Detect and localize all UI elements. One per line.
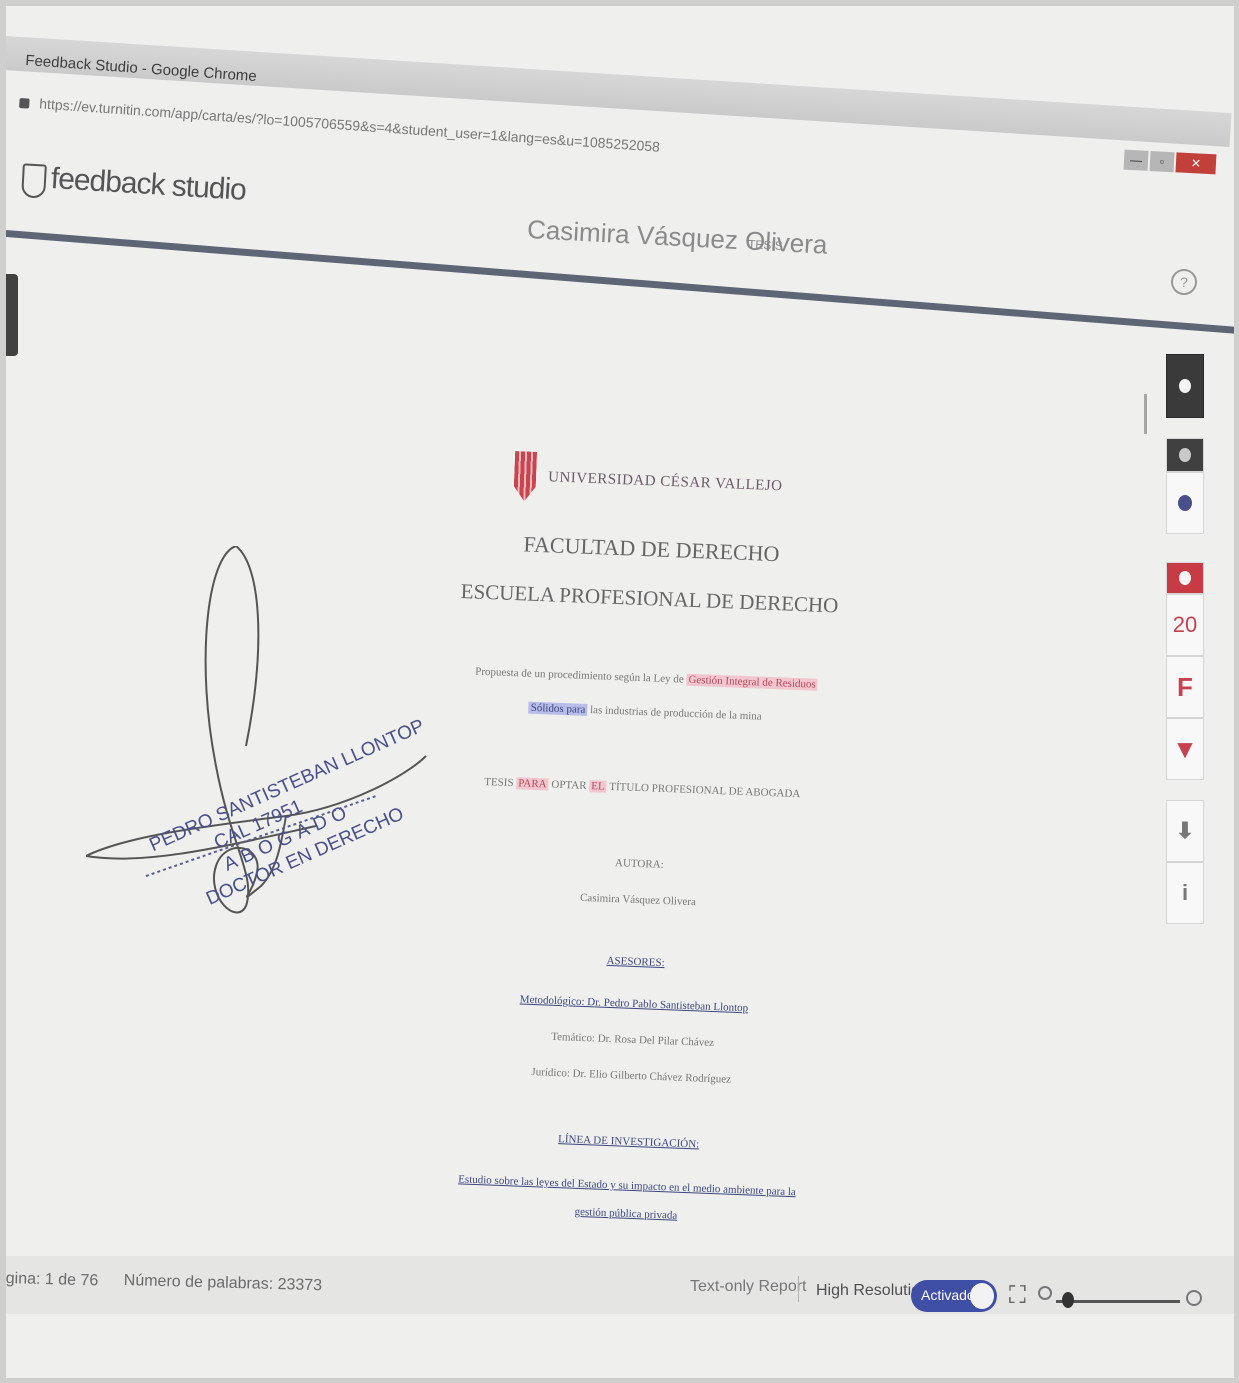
browser-title-bar <box>6 36 1232 148</box>
similarity-highlight[interactable]: EL <box>589 780 607 793</box>
faculty-title: FACULTAD DE DERECHO <box>523 531 780 567</box>
university-logo-icon <box>513 451 537 502</box>
university-header: UNIVERSIDAD CÉSAR VALLEJO <box>513 451 783 511</box>
word-count: Número de palabras: 23373 <box>123 1272 323 1295</box>
zoom-slider-handle[interactable] <box>1062 1292 1075 1308</box>
advisors-label: ASESORES: <box>606 954 665 970</box>
info-icon: i <box>1181 880 1189 905</box>
university-name: UNIVERSIDAD CÉSAR VALLEJO <box>547 468 783 494</box>
layers-button[interactable] <box>1166 354 1204 418</box>
comment-icon <box>1178 495 1192 511</box>
author-label: AUTORA: <box>614 857 664 871</box>
document-type-label: TESIS <box>747 237 784 253</box>
student-name: Casimira Vásquez Olivera <box>526 214 829 260</box>
thesis-title-line-1: Propuesta de un procedimiento según la L… <box>475 665 819 691</box>
download-icon: ⬇ <box>1175 818 1195 843</box>
zoom-out-icon[interactable] <box>1038 1286 1052 1300</box>
status-divider <box>798 1276 799 1302</box>
side-drawer-tab[interactable] <box>6 274 18 356</box>
toggle-label: Activado <box>921 1287 975 1303</box>
grading-icon <box>1179 448 1191 462</box>
research-line-2: gestión pública privada <box>574 1205 678 1222</box>
text-only-report-link[interactable]: Text-only Report <box>690 1278 807 1296</box>
similarity-score: 20 <box>1172 612 1198 637</box>
fullscreen-icon[interactable]: ⛶ <box>1009 1282 1026 1310</box>
app-header: feedback studio Casimira Vásquez Olivera… <box>6 156 1234 260</box>
help-icon[interactable]: ? <box>1171 269 1197 295</box>
thesis-title-line-2: Sólidos para las industrias de producció… <box>528 701 762 723</box>
research-line-1: Estudio sobre las leyes del Estado y su … <box>457 1173 797 1199</box>
screen: Feedback Studio - Google Chrome https://… <box>6 6 1234 1378</box>
scrollbar[interactable] <box>1144 394 1147 434</box>
similarity-score-button[interactable]: 20 <box>1166 594 1204 656</box>
zoom-in-icon[interactable] <box>1186 1290 1202 1306</box>
filter-icon: ▼ <box>1172 733 1198 764</box>
research-line-label: LÍNEA DE INVESTIGACIÓN: <box>557 1133 700 1151</box>
app-logo-text[interactable]: feedback studio <box>50 162 247 208</box>
grading-tab-button[interactable] <box>1166 438 1204 472</box>
status-bar: gina: 1 de 76 Número de palabras: 23373 … <box>6 1256 1234 1314</box>
similarity-tab-button[interactable] <box>1166 562 1204 594</box>
page-counter: gina: 1 de 76 <box>6 1270 99 1290</box>
author-name: Casimira Vásquez Olivera <box>579 891 697 909</box>
feedback-studio-logo-icon <box>21 163 47 199</box>
comments-button[interactable] <box>1166 472 1204 534</box>
info-button[interactable]: i <box>1166 862 1204 924</box>
high-resolution-toggle[interactable]: Activado <box>911 1280 997 1312</box>
zoom-slider[interactable] <box>1056 1300 1180 1303</box>
similarity-highlight[interactable]: Sólidos para <box>528 701 588 716</box>
download-button[interactable]: ⬇ <box>1166 800 1204 862</box>
similarity-highlight[interactable]: Gestión Integral de Residuos <box>686 673 819 691</box>
filter-button[interactable]: ▼ <box>1166 718 1204 780</box>
toggle-knob <box>970 1283 994 1309</box>
advisor-2: Temático: Dr. Rosa Del Pilar Chávez <box>550 1030 715 1050</box>
layers-icon <box>1179 379 1191 393</box>
filter-settings-icon: F <box>1177 671 1193 702</box>
filter-settings-button[interactable]: F <box>1166 656 1204 718</box>
lock-icon <box>19 98 30 109</box>
similarity-highlight[interactable]: PARA <box>516 777 549 791</box>
school-title: ESCUELA PROFESIONAL DE DERECHO <box>460 579 839 618</box>
similarity-icon <box>1179 571 1191 585</box>
side-toolbar: 20 F ▼ ⬇ i <box>1166 354 1206 924</box>
advisor-3: Jurídico: Dr. Elio Gilberto Chávez Rodrí… <box>531 1066 732 1086</box>
